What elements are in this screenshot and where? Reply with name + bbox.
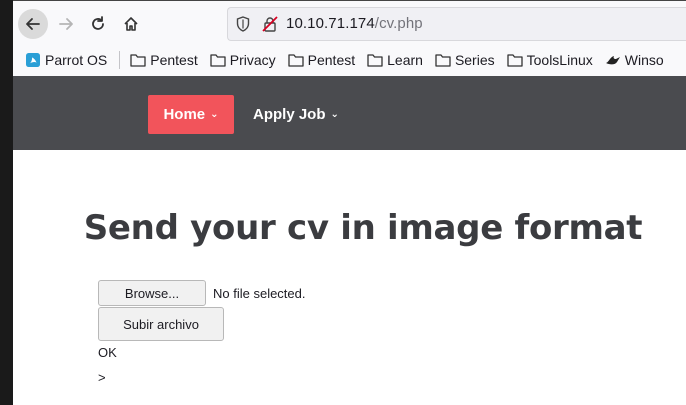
page-content: Send your cv in image format Browse... N… xyxy=(13,150,686,405)
chevron-down-icon: ⌄ xyxy=(210,109,219,120)
bookmark-label: Parrot OS xyxy=(45,52,108,68)
file-status-text: No file selected. xyxy=(213,286,306,301)
bookmark-label: Winso xyxy=(624,52,664,68)
trailing-text: > xyxy=(98,370,106,385)
forward-button[interactable] xyxy=(51,9,81,39)
url-host: 10.10.71.174 xyxy=(286,15,375,32)
address-bar[interactable]: 10.10.71.174/cv.php xyxy=(227,7,686,41)
bookmark-folder-toolslinux[interactable]: ToolsLinux xyxy=(506,52,593,68)
nav-home-button[interactable]: Home ⌄ xyxy=(148,95,234,134)
bookmark-label: Series xyxy=(454,52,495,68)
url-text: 10.10.71.174/cv.php xyxy=(286,15,423,32)
site-navbar: Home ⌄ Apply Job ⌄ xyxy=(13,76,686,150)
bookmark-label: Pentest xyxy=(150,52,198,68)
shield-icon[interactable] xyxy=(236,16,250,32)
desktop-edge xyxy=(0,0,13,405)
bookmark-separator xyxy=(119,51,121,69)
nav-apply-job-button[interactable]: Apply Job ⌄ xyxy=(253,95,339,134)
arrow-left-icon xyxy=(26,18,40,30)
folder-icon xyxy=(210,54,226,67)
bookmark-folder-privacy[interactable]: Privacy xyxy=(210,52,276,68)
folder-icon xyxy=(506,54,523,67)
bookmark-winso[interactable]: Winso xyxy=(605,52,664,68)
parrot-icon xyxy=(26,53,40,67)
bookmark-folder-series[interactable]: Series xyxy=(435,52,495,68)
bookmark-label: Pentest xyxy=(307,52,356,68)
browse-file-button[interactable]: Browse... xyxy=(98,280,206,306)
chevron-down-icon: ⌄ xyxy=(330,109,339,120)
nav-apply-label: Apply Job xyxy=(253,106,326,123)
browser-chrome: 10.10.71.174/cv.php Parrot OS Pentest Pr… xyxy=(13,0,686,76)
folder-icon xyxy=(287,54,304,67)
bookmark-parrot-os[interactable]: Parrot OS xyxy=(25,52,107,68)
arrow-right-icon xyxy=(59,18,73,30)
bookmark-label: ToolsLinux xyxy=(526,52,593,68)
upload-submit-button[interactable]: Subir archivo xyxy=(98,307,224,341)
bookmark-folder-learn[interactable]: Learn xyxy=(367,52,423,68)
house-icon xyxy=(124,17,138,31)
page-title: Send your cv in image format xyxy=(83,208,643,248)
window-border xyxy=(13,0,686,1)
folder-icon xyxy=(367,54,383,67)
bookmark-label: Learn xyxy=(387,52,423,68)
bookmark-folder-pentest[interactable]: Pentest xyxy=(130,52,198,68)
reload-button[interactable] xyxy=(83,9,113,39)
insecure-lock-icon[interactable] xyxy=(262,16,278,32)
upload-status-text: OK xyxy=(98,345,117,360)
back-button[interactable] xyxy=(18,9,48,39)
bookmarks-toolbar: Parrot OS Pentest Privacy Pentest Learn … xyxy=(13,46,686,74)
home-page-button[interactable] xyxy=(116,9,146,39)
bird-icon xyxy=(605,56,620,65)
nav-home-label: Home xyxy=(163,106,206,123)
folder-icon xyxy=(130,54,146,67)
url-path: /cv.php xyxy=(374,15,423,32)
reload-icon xyxy=(92,16,104,30)
folder-icon xyxy=(435,54,451,67)
bookmark-label: Privacy xyxy=(229,52,276,68)
bookmark-folder-pentest-2[interactable]: Pentest xyxy=(287,52,356,68)
